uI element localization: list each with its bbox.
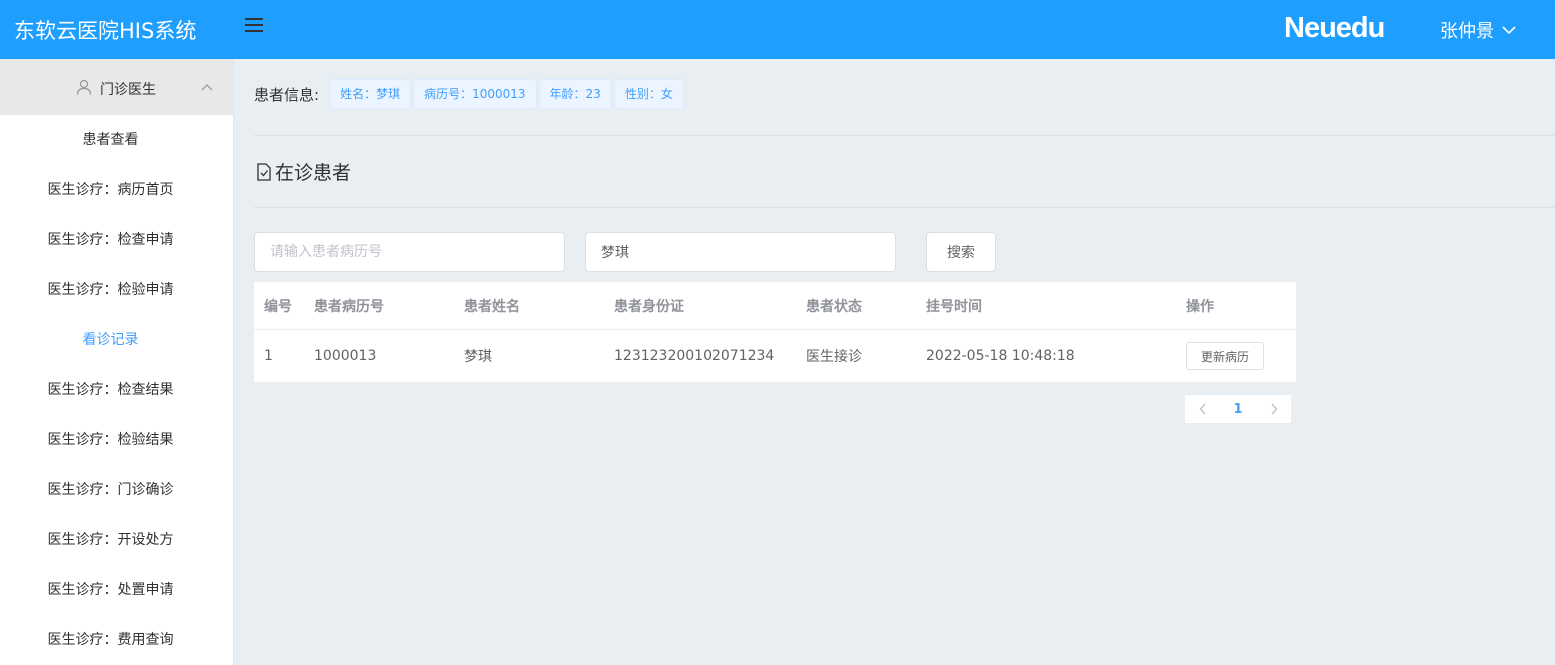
table-header-row: 编号 患者病历号 患者姓名 患者身份证 患者状态 挂号时间 操作 (254, 282, 1296, 330)
chevron-up-icon (201, 84, 213, 91)
sidebar-item-prescription[interactable]: 医生诊疗：开设处方 (0, 515, 233, 565)
divider (254, 135, 1555, 136)
top-header: 东软云医院HIS系统 Neuedu 张仲景 (0, 0, 1555, 59)
patient-gender-tag: 性别：女 (613, 79, 684, 109)
patient-name-tag: 姓名：梦琪 (329, 79, 412, 109)
patient-name-input[interactable] (585, 232, 896, 272)
sidebar-item-lab-results[interactable]: 医生诊疗：检验结果 (0, 415, 233, 465)
column-header: 患者身份证 (614, 298, 684, 315)
pagination: 1 (1185, 395, 1291, 423)
column-header: 操作 (1186, 298, 1214, 315)
patient-table: 编号 患者病历号 患者姓名 患者身份证 患者状态 挂号时间 操作 1 10000… (254, 282, 1296, 382)
sidebar-item-medical-record-home[interactable]: 医生诊疗：病历首页 (0, 165, 233, 215)
patient-record-tag: 病历号：1000013 (413, 79, 537, 109)
sidebar-item-exam-results[interactable]: 医生诊疗：检查结果 (0, 365, 233, 415)
sidebar-group-outpatient-doctor[interactable]: 门诊医生 (0, 59, 233, 115)
update-record-button[interactable]: 更新病历 (1186, 342, 1265, 370)
user-menu[interactable]: 张仲景 (1440, 17, 1516, 43)
cell-id-card: 123123200102071234 (614, 348, 775, 364)
column-header: 患者姓名 (464, 298, 520, 315)
document-check-icon (257, 162, 271, 181)
sidebar-item-patient-view[interactable]: 患者查看 (0, 115, 233, 165)
patient-age-tag: 年龄：23 (538, 79, 612, 109)
search-button[interactable]: 搜索 (926, 232, 996, 272)
next-page-button[interactable] (1256, 395, 1291, 423)
section-title: 在诊患者 (256, 158, 351, 185)
chevron-right-icon (1270, 403, 1277, 415)
cell-number: 1 (264, 348, 273, 364)
patient-info-bar: 患者信息: 姓名：梦琪 病历号：1000013 年龄：23 性别：女 (254, 79, 686, 109)
chevron-down-icon (1502, 26, 1516, 35)
main-content: 患者信息: 姓名：梦琪 病历号：1000013 年龄：23 性别：女 在诊患者 … (234, 59, 1555, 665)
sidebar-item-fee-query[interactable]: 医生诊疗：费用查询 (0, 615, 233, 665)
section-title-text: 在诊患者 (275, 162, 352, 184)
sidebar-item-visit-records[interactable]: 看诊记录 (0, 315, 233, 365)
cell-patient-name: 梦琪 (464, 349, 492, 365)
sidebar: 门诊医生 患者查看 医生诊疗：病历首页 医生诊疗：检查申请 医生诊疗：检验申请 … (0, 59, 234, 665)
column-header: 患者状态 (806, 298, 862, 315)
sidebar-item-treatment-request[interactable]: 医生诊疗：处置申请 (0, 565, 233, 615)
page-number[interactable]: 1 (1220, 395, 1256, 423)
app-title: 东软云医院HIS系统 (14, 19, 197, 43)
prev-page-button[interactable] (1185, 395, 1220, 423)
patient-info-label: 患者信息: (254, 85, 320, 104)
sidebar-item-lab-request[interactable]: 医生诊疗：检验申请 (0, 265, 233, 315)
cell-action: 更新病历 (1186, 330, 1265, 382)
divider (254, 207, 1555, 208)
user-name: 张仲景 (1440, 21, 1494, 42)
sidebar-item-exam-request[interactable]: 医生诊疗：检查申请 (0, 215, 233, 265)
column-header: 编号 (264, 298, 292, 315)
column-header: 挂号时间 (926, 298, 982, 315)
sidebar-item-diagnosis[interactable]: 医生诊疗：门诊确诊 (0, 465, 233, 515)
record-number-input[interactable] (254, 232, 565, 272)
column-header: 患者病历号 (314, 298, 384, 315)
brand-logo: Neuedu (1284, 12, 1385, 44)
menu-icon[interactable] (245, 18, 263, 34)
cell-record-number: 1000013 (314, 348, 377, 364)
chevron-left-icon (1199, 403, 1206, 415)
user-icon (76, 79, 92, 95)
sidebar-group-label: 门诊医生 (100, 82, 156, 98)
cell-registration-time: 2022-05-18 10:48:18 (926, 348, 1075, 364)
table-row: 1 1000013 梦琪 123123200102071234 医生接诊 202… (254, 330, 1296, 382)
cell-status: 医生接诊 (806, 349, 862, 365)
